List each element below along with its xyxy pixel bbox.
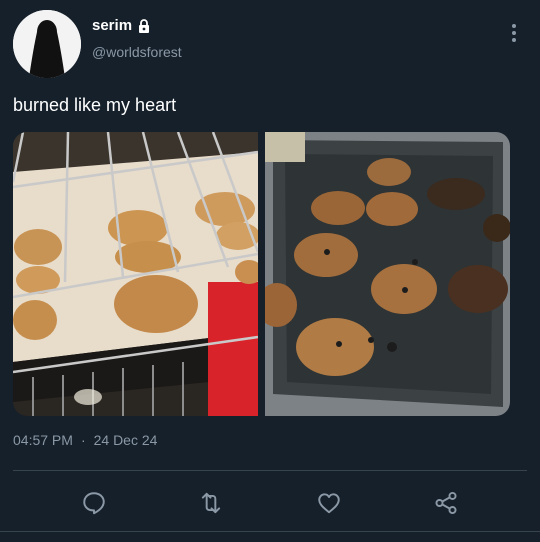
display-name[interactable]: serim (92, 17, 132, 34)
tweet-time[interactable]: 04:57 PM (13, 432, 73, 448)
reply-icon (83, 492, 105, 515)
author-handle[interactable]: @worldsforest (92, 44, 182, 60)
share-button[interactable] (429, 486, 463, 520)
tweet-text: burned like my heart (13, 95, 177, 115)
reply-button[interactable] (77, 486, 111, 520)
media-grid (13, 132, 510, 416)
author-name-row: serim (92, 17, 151, 34)
divider (13, 470, 527, 471)
heart-icon (318, 493, 340, 514)
bottom-divider (0, 531, 540, 532)
retweet-button[interactable] (194, 486, 228, 520)
meta-separator: · (80, 432, 86, 448)
burned-cookies-tray-photo[interactable] (265, 132, 510, 416)
cookies-in-oven-photo[interactable] (13, 132, 258, 416)
avatar[interactable] (13, 10, 81, 78)
retweet-icon (202, 492, 221, 514)
like-button[interactable] (312, 486, 346, 520)
tweet-date[interactable]: 24 Dec 24 (94, 432, 158, 448)
more-options-icon[interactable] (510, 22, 518, 44)
silhouette-avatar-icon (13, 10, 81, 78)
tweet-meta: 04:57 PM · 24 Dec 24 (13, 432, 157, 448)
tweet-actions (0, 486, 540, 518)
lock-icon (137, 18, 151, 33)
share-icon (435, 491, 457, 515)
